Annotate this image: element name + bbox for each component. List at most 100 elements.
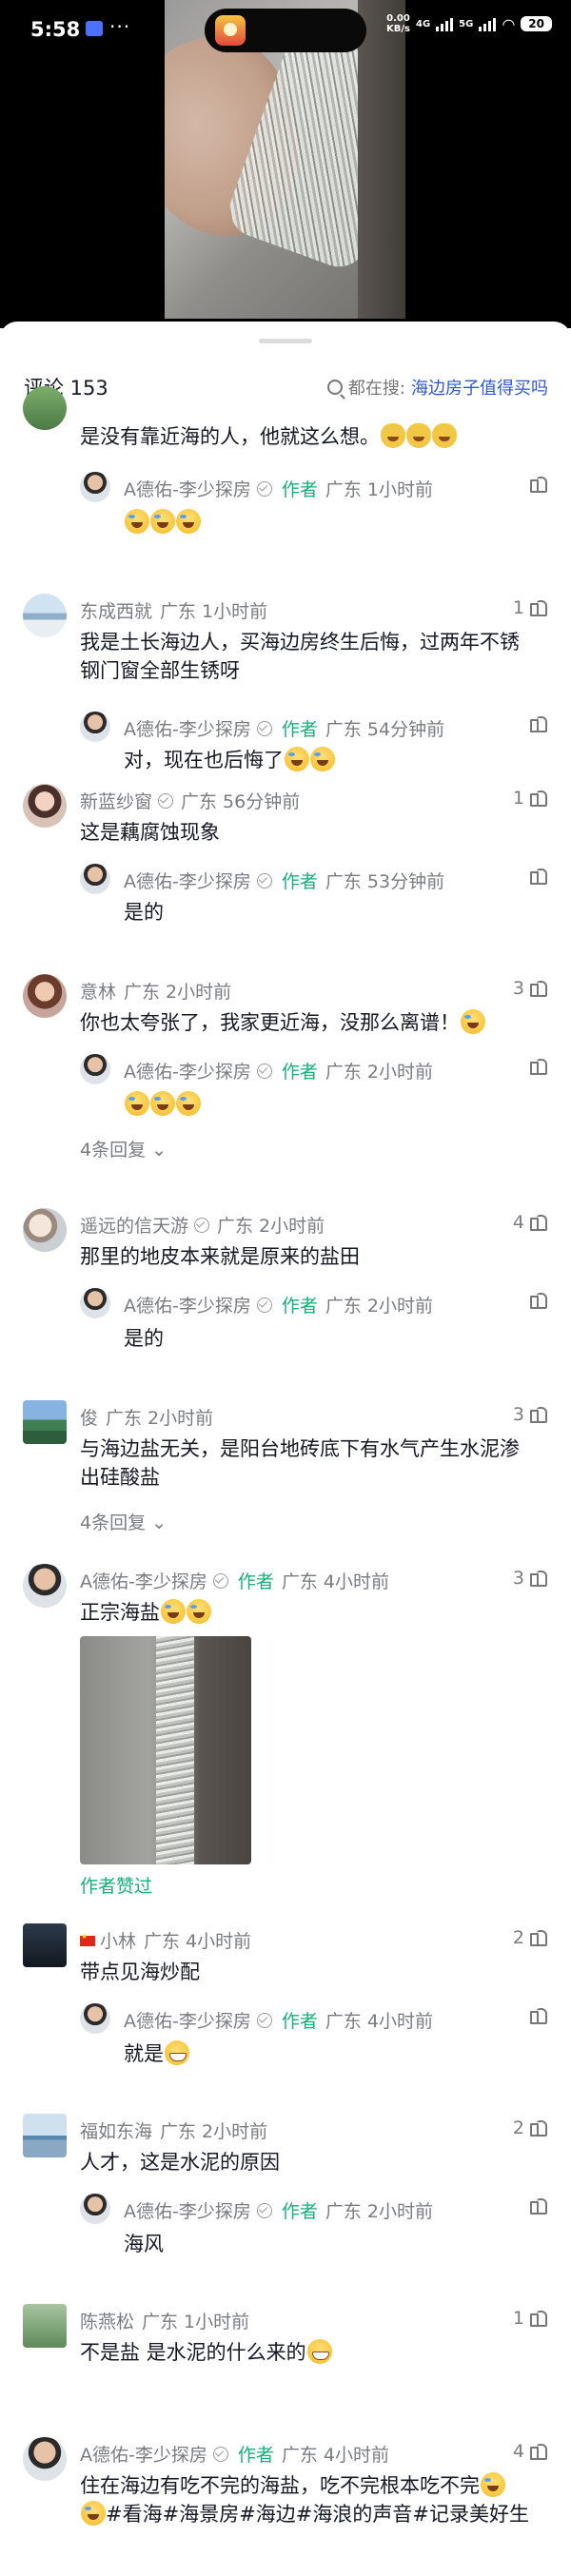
avatar[interactable] bbox=[80, 712, 110, 742]
comment-author[interactable]: A德佑-李少探房 作者 广东 4小时前 bbox=[80, 1568, 389, 1593]
comment-author[interactable]: 东成西就 广东 1小时前 bbox=[80, 597, 267, 623]
comment-photo[interactable] bbox=[80, 1636, 251, 1864]
avatar[interactable] bbox=[80, 864, 110, 894]
laugh-cry-emoji-icon bbox=[461, 1009, 485, 1034]
avatar[interactable] bbox=[80, 2003, 110, 2034]
comment-text: 是没有靠近海的人，他就这么想。 bbox=[80, 422, 457, 451]
like-count: 1 bbox=[512, 788, 524, 809]
more-notifications-icon: ··· bbox=[109, 15, 131, 38]
grin-emoji-icon bbox=[165, 2040, 189, 2065]
search-icon bbox=[326, 380, 343, 395]
like-button[interactable]: 4 bbox=[513, 1212, 547, 1233]
like-button[interactable] bbox=[530, 1292, 547, 1309]
like-button[interactable] bbox=[530, 476, 547, 493]
like-button[interactable]: 3 bbox=[513, 1404, 547, 1425]
comment-author[interactable]: 遥远的信天游 广东 2小时前 bbox=[80, 1212, 325, 1238]
like-button[interactable]: 3 bbox=[513, 1568, 547, 1589]
comment-text: 我是土长海边人，买海边房终生后悔，过两年不锈 钢门窗全部生锈呀 bbox=[80, 631, 520, 682]
avatar[interactable] bbox=[23, 1400, 67, 1444]
like-button[interactable]: 4 bbox=[513, 2441, 547, 2462]
laugh-cry-emoji-icon bbox=[285, 747, 309, 771]
comment-author[interactable]: 小林广东 4小时前 bbox=[80, 1927, 251, 1953]
network-type-label: 4G bbox=[415, 18, 431, 29]
reply-text: 是的 bbox=[124, 1327, 164, 1350]
thumbs-up-icon bbox=[530, 1570, 547, 1587]
expand-replies-button[interactable]: 4条回复 ⌄ bbox=[80, 1136, 167, 1161]
thumbs-up-icon bbox=[530, 2007, 547, 2024]
like-button[interactable] bbox=[530, 2197, 547, 2215]
thumbs-up-icon bbox=[530, 1058, 547, 1075]
avatar[interactable] bbox=[80, 1288, 110, 1318]
thumbs-up-icon bbox=[530, 599, 547, 616]
comment-author[interactable]: 意林 广东 2小时前 bbox=[80, 978, 231, 1004]
comment-sheet: 评论 153 都在搜: 海边房子值得买吗 是没有靠近海的人，他就这么想。 A德佑… bbox=[0, 322, 571, 2576]
reply-author[interactable]: A德佑-李少探房 作者 广东 1小时前 bbox=[124, 476, 433, 501]
reply-author[interactable]: A德佑-李少探房 作者 广东 53分钟前 bbox=[124, 868, 444, 893]
avatar[interactable] bbox=[23, 2304, 67, 2348]
comment-author[interactable]: 俊广东 2小时前 bbox=[80, 1404, 213, 1430]
avatar[interactable] bbox=[23, 974, 67, 1018]
chevron-down-icon: ⌄ bbox=[151, 1512, 167, 1533]
dynamic-island[interactable] bbox=[205, 9, 366, 52]
thumbs-up-icon bbox=[530, 790, 547, 807]
net-speed-unit: KB/s bbox=[386, 24, 410, 34]
avatar[interactable] bbox=[23, 1208, 67, 1252]
comment-author[interactable]: 新蓝纱窗 广东 56分钟前 bbox=[80, 788, 300, 813]
like-button[interactable] bbox=[530, 1058, 547, 1075]
cat-emoji-icon bbox=[381, 423, 405, 448]
avatar[interactable] bbox=[23, 1564, 67, 1608]
reply-text bbox=[124, 508, 201, 537]
like-count: 1 bbox=[512, 2308, 524, 2329]
comment-author[interactable]: 福如东海 广东 2小时前 bbox=[80, 2117, 267, 2143]
thumbs-up-icon bbox=[530, 980, 547, 997]
like-button[interactable] bbox=[530, 868, 547, 885]
drag-handle[interactable] bbox=[259, 339, 312, 343]
like-button[interactable] bbox=[530, 715, 547, 732]
laugh-cry-emoji-icon bbox=[161, 1599, 186, 1624]
notification-app-icon bbox=[86, 21, 103, 36]
laugh-cry-emoji-icon bbox=[125, 1091, 149, 1116]
like-button[interactable]: 1 bbox=[513, 788, 547, 809]
like-button[interactable]: 2 bbox=[513, 1927, 547, 1948]
avatar[interactable] bbox=[23, 594, 67, 637]
comment-text: 与海边盐无关，是阳台地砖底下有水气产生水泥渗 出硅酸盐 bbox=[80, 1437, 520, 1489]
comment-author[interactable]: 陈燕松 广东 1小时前 bbox=[80, 2308, 249, 2333]
status-time: 5:58 bbox=[30, 18, 81, 41]
expand-replies-button[interactable]: 4条回复 ⌄ bbox=[80, 1509, 167, 1534]
avatar[interactable] bbox=[23, 386, 67, 430]
like-button[interactable] bbox=[530, 2007, 547, 2024]
thumbs-up-icon bbox=[530, 2119, 547, 2137]
like-button[interactable]: 3 bbox=[513, 978, 547, 999]
battery-indicator: 20 bbox=[521, 16, 552, 31]
like-count: 3 bbox=[512, 1404, 524, 1425]
like-button[interactable]: 1 bbox=[513, 2308, 547, 2329]
reply-author[interactable]: A德佑-李少探房 作者 广东 54分钟前 bbox=[124, 715, 444, 741]
verified-check-icon bbox=[158, 793, 174, 809]
reply-text bbox=[124, 1090, 201, 1119]
like-button[interactable]: 2 bbox=[513, 2117, 547, 2138]
avatar[interactable] bbox=[23, 2114, 67, 2157]
avatar[interactable] bbox=[23, 784, 67, 828]
reply-author[interactable]: A德佑-李少探房 作者 广东 2小时前 bbox=[124, 1058, 433, 1083]
search-term-link[interactable]: 海边房子值得买吗 bbox=[411, 375, 548, 400]
video-player[interactable]: 5:58 ··· 0.00 KB/s 4G 5G ◠ 20 bbox=[0, 0, 571, 328]
reply-author[interactable]: A德佑-李少探房 作者 广东 4小时前 bbox=[124, 2007, 433, 2033]
hashtags[interactable]: #看海#海景房#海边#海浪的声音#记录美好生 bbox=[106, 2503, 529, 2526]
trending-search[interactable]: 都在搜: 海边房子值得买吗 bbox=[326, 375, 548, 400]
avatar[interactable] bbox=[80, 472, 110, 502]
avatar[interactable] bbox=[80, 1054, 110, 1084]
verified-check-icon bbox=[256, 721, 272, 736]
avatar[interactable] bbox=[23, 1923, 67, 1967]
like-button[interactable]: 1 bbox=[513, 597, 547, 618]
like-count: 1 bbox=[512, 597, 524, 618]
laugh-cry-emoji-icon bbox=[81, 2501, 106, 2526]
like-count: 2 bbox=[512, 2117, 524, 2138]
avatar[interactable] bbox=[23, 2437, 67, 2481]
verified-check-icon bbox=[256, 481, 272, 497]
island-app-icon[interactable] bbox=[215, 15, 246, 46]
reply-author[interactable]: A德佑-李少探房 作者 广东 2小时前 bbox=[124, 1292, 433, 1317]
avatar[interactable] bbox=[80, 2194, 110, 2224]
reply-author[interactable]: A德佑-李少探房 作者 广东 2小时前 bbox=[124, 2197, 433, 2223]
comment-author[interactable]: A德佑-李少探房 作者 广东 4小时前 bbox=[80, 2441, 389, 2467]
laugh-cry-emoji-icon bbox=[150, 509, 175, 534]
